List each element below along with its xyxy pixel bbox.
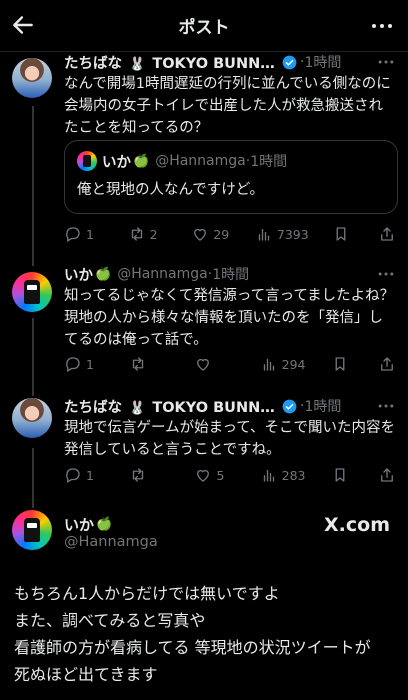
display-name[interactable]: たちばな 🐰 TOKYO BUNNYS C... — [64, 396, 279, 417]
analytics-icon — [263, 358, 274, 371]
verified-badge-icon — [282, 55, 297, 69]
timestamp[interactable]: 1時間 — [304, 396, 341, 416]
text-line: もちろん1人からだけでは無いですよ — [14, 584, 280, 603]
tweet-header: たちばな 🐰 TOKYO BUNNYS C... · 1時間 — [64, 52, 396, 72]
tweet-text: なんで開場1時間遅延の行列に並んでいる側なのに会場内の女子トイレで出産した人が救… — [64, 76, 391, 136]
share-icon — [381, 468, 393, 482]
tweet[interactable]: たちばな 🐰 TOKYO BUNNYS C... · 1時間 なんで開場1時間遅… — [0, 52, 408, 262]
tweet-text: 知ってるじゃなくて発信源って言ってましたよね？現地の人から様々な情報を頂いたのを… — [64, 288, 395, 348]
tweet[interactable]: いか 🍏 @Hannamga · 1時間 知ってるじゃなくて発信源って言ってまし… — [0, 262, 408, 392]
like-button[interactable]: 5 — [194, 466, 234, 484]
tweet-header: いか 🍏 @Hannamga · 1時間 — [64, 264, 396, 284]
tweet-menu-icon[interactable] — [376, 264, 396, 284]
share-icon — [381, 227, 393, 241]
tweet-menu-icon[interactable] — [376, 396, 396, 416]
avatar[interactable] — [12, 272, 52, 312]
action-bar: 1 294 — [64, 353, 400, 375]
action-bar: 1 5 283 — [64, 464, 400, 486]
bookmark-button[interactable] — [331, 355, 353, 373]
quoted-tweet[interactable]: いか 🍏 @Hannamga · 1時間 俺と現地の人なんですけど。 — [64, 140, 398, 214]
heart-icon — [197, 358, 210, 371]
timestamp[interactable]: 1時間 — [304, 52, 341, 72]
rabbit-emoji: 🐰 — [129, 400, 146, 416]
reply-icon — [66, 227, 80, 242]
tweet-header: たちばな 🐰 TOKYO BUNNYS C... · 1時間 — [64, 396, 396, 416]
views-button[interactable]: 7393 — [255, 225, 309, 243]
avatar[interactable] — [12, 58, 52, 98]
tweet[interactable]: たちばな 🐰 TOKYO BUNNYS C... · 1時間 現地で伝言ゲームが… — [0, 392, 408, 500]
heart-icon — [194, 228, 207, 241]
views-button[interactable]: 283 — [260, 466, 306, 484]
quote-text: 俺と現地の人なんですけど。 — [77, 182, 265, 198]
repost-button[interactable] — [129, 466, 169, 484]
display-name[interactable]: いか 🍏 — [64, 514, 114, 535]
handle: @Hannamga — [155, 153, 246, 169]
timestamp[interactable]: 1時間 — [212, 264, 249, 284]
repost-button[interactable] — [129, 355, 169, 373]
tweet-text: 現地で伝言ゲームが始まって、そこで聞いた内容を発信していると言うことですね。 — [64, 420, 396, 458]
handle[interactable]: @Hannamga — [117, 266, 208, 282]
handle[interactable]: @Hannamga — [64, 534, 158, 550]
analytics-icon — [263, 469, 274, 482]
top-bar: ポスト — [0, 0, 408, 52]
reply-icon — [66, 357, 80, 372]
tweet-menu-icon[interactable] — [376, 52, 396, 72]
heart-icon — [197, 469, 210, 482]
share-button[interactable] — [378, 355, 400, 373]
bookmark-button[interactable] — [332, 225, 354, 243]
reply-button[interactable]: 1 — [64, 225, 104, 243]
analytics-icon — [258, 228, 270, 241]
reply-icon — [66, 468, 80, 483]
share-button[interactable] — [378, 225, 400, 243]
reply-button[interactable]: 1 — [64, 355, 104, 373]
x-logo-brand: X.com — [324, 514, 390, 536]
text-line: また、調べてみると写真や — [14, 611, 206, 630]
like-button[interactable] — [194, 355, 234, 373]
repost-icon — [133, 357, 144, 371]
display-name[interactable]: たちばな 🐰 TOKYO BUNNYS C... — [64, 52, 279, 73]
share-button[interactable] — [378, 466, 400, 484]
views-button[interactable]: 294 — [260, 355, 306, 373]
repost-icon — [131, 227, 142, 241]
display-name[interactable]: いか — [64, 264, 93, 285]
repost-icon — [133, 468, 144, 482]
quote-header: いか 🍏 @Hannamga · 1時間 — [77, 151, 385, 171]
apple-emoji: 🍏 — [95, 266, 112, 282]
apple-emoji: 🍏 — [96, 517, 113, 532]
action-bar: 1 2 29 7393 — [64, 223, 400, 245]
avatar[interactable] — [12, 510, 52, 550]
text-line: 死ぬほど出てきます — [14, 665, 158, 684]
timestamp: 1時間 — [250, 154, 288, 170]
text-line: 看護師の方が看病してる 等現地の状況ツイートが — [14, 638, 371, 657]
rabbit-emoji: 🐰 — [129, 56, 146, 72]
more-options-icon[interactable] — [370, 14, 394, 38]
avatar[interactable] — [12, 398, 52, 438]
like-button[interactable]: 29 — [191, 225, 231, 243]
share-icon — [381, 357, 393, 371]
page-title: ポスト — [178, 18, 230, 38]
tweet-text: もちろん1人からだけでは無いですよ また、調べてみると写真や 看護師の方が看病し… — [14, 580, 394, 688]
main-tweet: いか 🍏 @Hannamga X.com もちろん1人からだけでは無いですよ また… — [0, 500, 408, 700]
bookmark-icon — [336, 227, 346, 241]
apple-emoji: 🍏 — [133, 153, 150, 169]
bookmark-icon — [335, 468, 345, 482]
verified-badge-icon — [282, 399, 297, 413]
reply-button[interactable]: 1 — [64, 466, 104, 484]
bookmark-icon — [335, 357, 345, 371]
bookmark-button[interactable] — [331, 466, 353, 484]
back-arrow-icon[interactable] — [10, 12, 36, 38]
repost-button[interactable]: 2 — [128, 225, 168, 243]
avatar — [77, 151, 97, 171]
